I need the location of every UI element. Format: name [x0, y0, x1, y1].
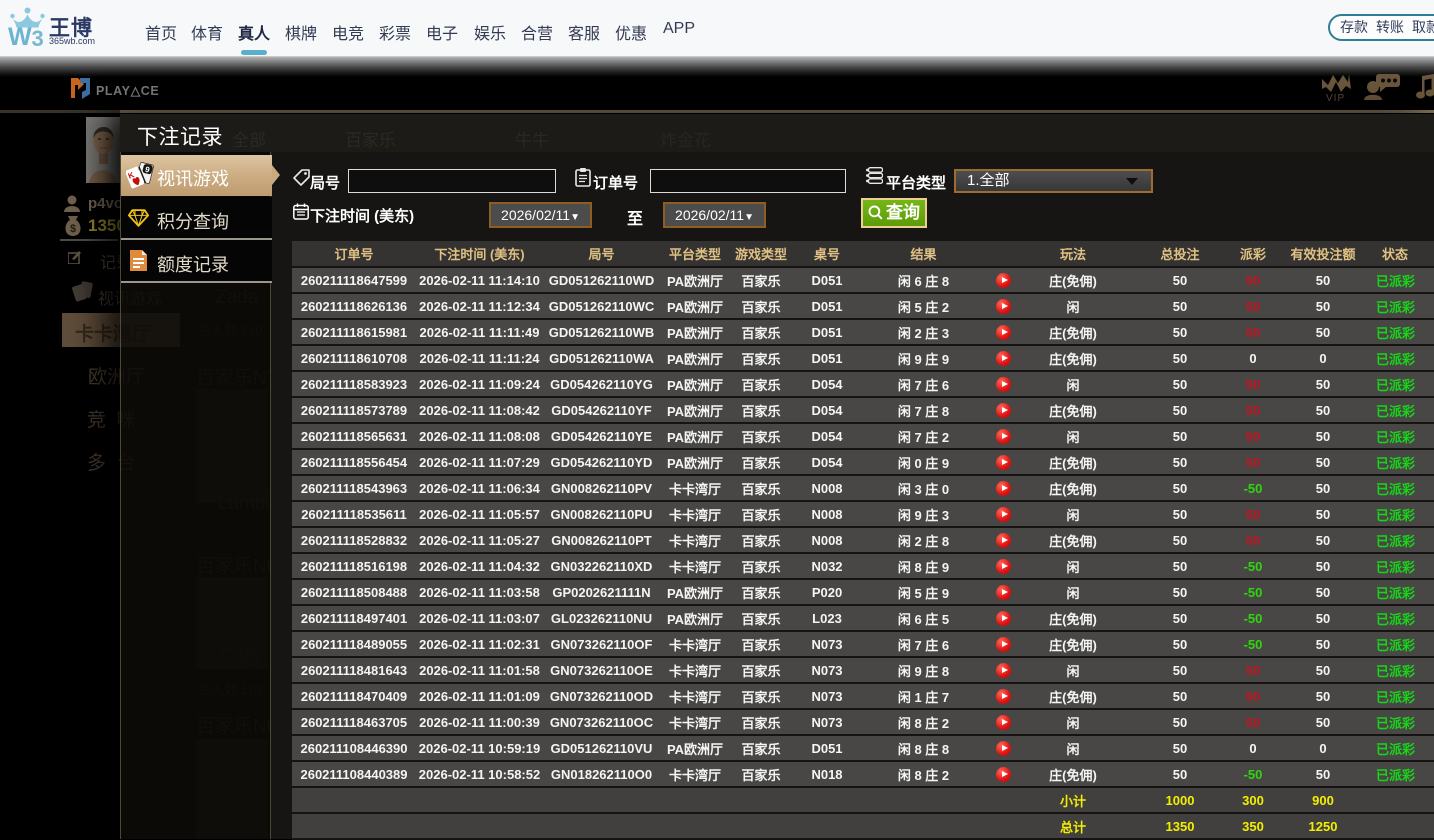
svg-text:$: $ [70, 223, 76, 235]
svg-text:W: W [8, 23, 32, 50]
svg-text:3: 3 [32, 26, 44, 50]
svg-text:VIP: VIP [1326, 93, 1345, 101]
svg-text:*: * [74, 206, 78, 215]
